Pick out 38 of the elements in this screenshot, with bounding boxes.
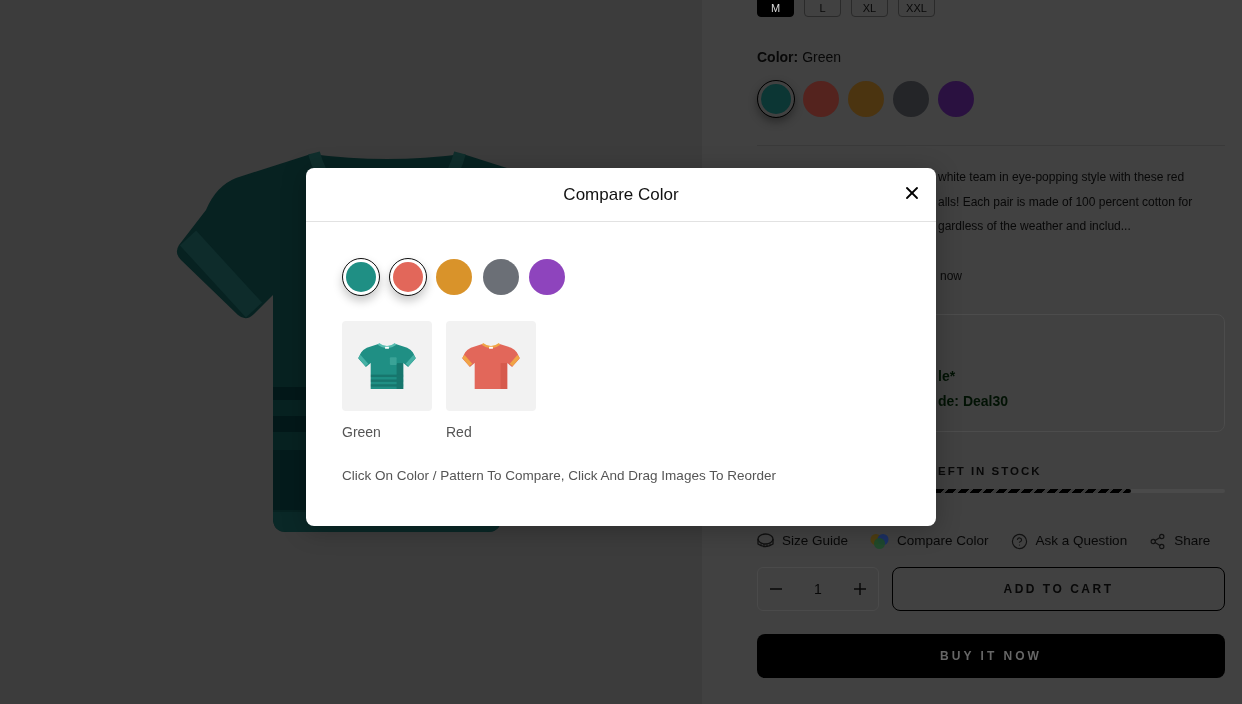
selected-color-name: Green [802, 49, 842, 65]
thumbnail-card[interactable] [446, 321, 536, 411]
color-circles-icon [870, 533, 890, 549]
ask-question-link[interactable]: Ask a Question [1010, 532, 1128, 550]
thumbnail-card[interactable] [342, 321, 432, 411]
thumbnail-label: Green [342, 424, 381, 440]
text-link[interactable]: now [940, 263, 962, 288]
size-option[interactable]: XL [851, 0, 888, 17]
color-swatch[interactable] [848, 81, 884, 117]
size-option[interactable]: M [757, 0, 794, 17]
dialog-title: Compare Color [563, 184, 679, 205]
tape-measure-icon [757, 533, 774, 549]
share-link[interactable]: Share [1149, 532, 1211, 550]
color-label: Color: [757, 49, 799, 65]
color-swatch[interactable] [938, 81, 974, 117]
help-icon [1010, 532, 1028, 550]
offer-text: de: Deal30 [938, 391, 1009, 411]
buy-now-button[interactable]: BUY IT NOW [757, 633, 1225, 678]
plus-icon [854, 582, 866, 595]
color-swatch[interactable] [893, 81, 929, 117]
quantity-stepper[interactable]: 1 [757, 566, 879, 611]
color-swatch[interactable] [436, 259, 472, 295]
quantity-field[interactable]: 1 [794, 580, 842, 597]
offer-text: le* [938, 366, 956, 386]
instruction-text: Click On Color / Pattern To Compare, Click And Drag Images To Reorder [342, 468, 776, 484]
minus-icon [770, 587, 782, 590]
share-icon [1149, 532, 1167, 550]
t-shirt-icon [462, 342, 520, 390]
t-shirt-icon [358, 342, 416, 390]
size-guide-link[interactable]: Size Guide [757, 533, 849, 549]
color-swatch[interactable] [529, 259, 565, 295]
add-to-cart-button[interactable]: ADD TO CART [892, 566, 1225, 611]
thumbnail-label: Red [446, 424, 472, 440]
color-swatch[interactable] [482, 259, 519, 295]
compare-color-link[interactable]: Compare Color [870, 533, 989, 549]
color-swatch[interactable] [803, 81, 839, 117]
stock-label: EFT IN STOCK [938, 463, 1042, 479]
description-text: white team in eye-popping style with these red [938, 169, 1185, 186]
